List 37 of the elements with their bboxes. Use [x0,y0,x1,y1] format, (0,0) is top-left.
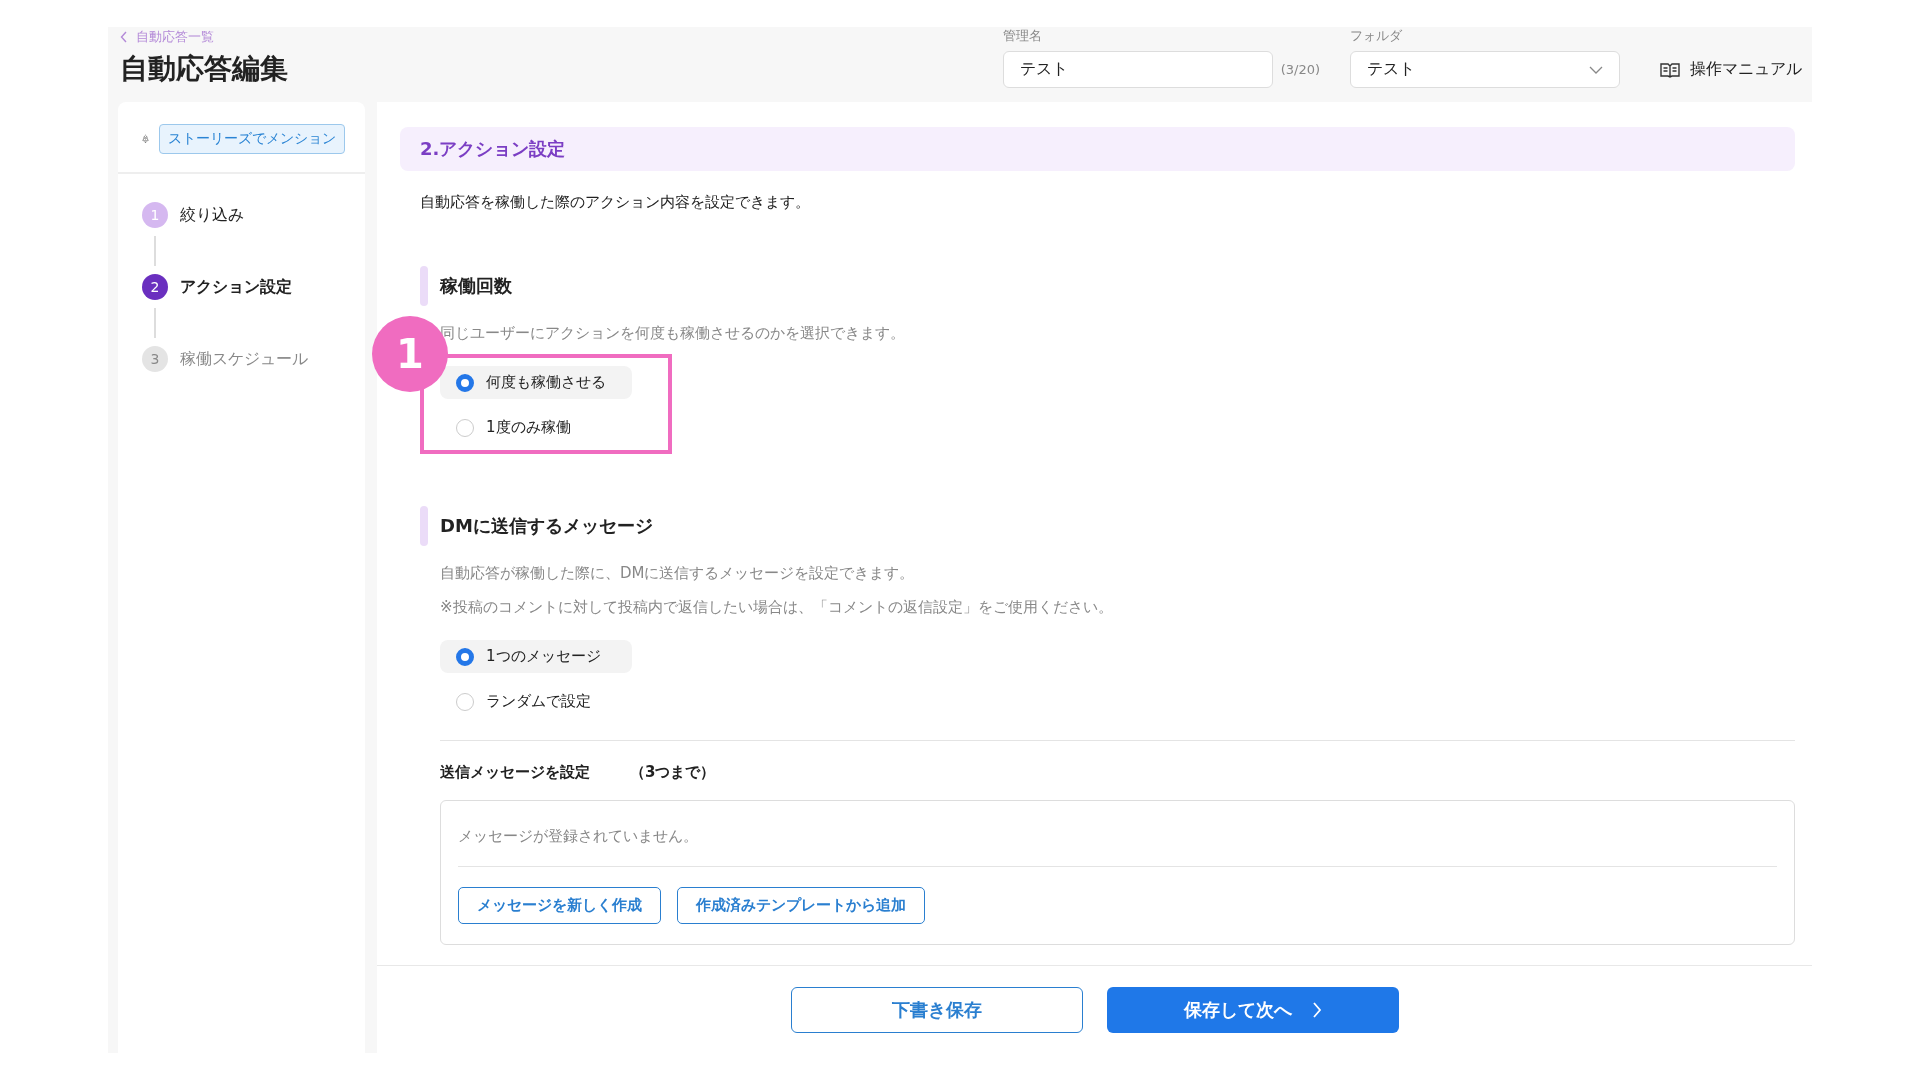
name-input[interactable]: テスト [1002,51,1273,88]
step-item[interactable]: 2 アクション設定 [142,274,341,300]
field-label: 送信メッセージを設定 [440,763,590,782]
character-counter: (3/20) [1280,62,1320,77]
hint-text: 自動応答が稼働した際に、DMに送信するメッセージを設定できます。 [440,563,916,584]
radio-option[interactable]: 1度のみ稼働 [440,411,632,444]
field-label: フォルダ [1350,27,1403,45]
chevron-right-icon [1311,1001,1322,1018]
save-draft-button[interactable]: 下書き保存 [790,986,1083,1033]
trigger-tag: ストーリーズでメンション [159,124,345,154]
field-label: 管理名 [1002,27,1043,45]
radio-option[interactable]: ランダムで設定 [440,685,632,718]
section-title: 2.アクション設定 [400,127,1795,171]
group-heading: DMに送信するメッセージ [440,514,653,538]
hint-text: ※投稿のコメントに対して投稿内で返信したい場合は、「コメントの返信設定」をご使用ください。 [440,597,1114,618]
add-message-button[interactable]: 作成済みテンプレートから追加 [677,887,925,924]
step-item[interactable]: 3 稼働スケジュール [142,346,341,372]
accent-bar [420,266,428,306]
limit-note: （3つまで） [630,763,716,782]
step-number: 1 [142,202,168,228]
radio-option[interactable]: 1つのメッセージ [440,640,632,673]
add-message-button[interactable]: メッセージを新しく作成 [458,887,661,924]
section-description: 自動応答を稼働した際のアクション内容を設定できます。 [420,193,811,212]
save-next-button[interactable]: 保存して次へ [1106,986,1399,1033]
radio-option[interactable]: 何度も稼働させる [440,366,632,399]
manual-link[interactable]: 操作マニュアル [1660,51,1802,88]
group-heading: 稼働回数 [440,274,512,298]
step-number: 2 [142,274,168,300]
step-number: 3 [142,346,168,372]
empty-message: メッセージが登録されていません。 [458,801,1777,867]
folder-select[interactable]: テスト [1350,51,1620,88]
accent-bar [420,506,428,546]
book-icon [1660,61,1680,78]
chevron-left-icon [120,31,128,43]
chevron-down-icon [1589,65,1603,74]
step-item[interactable]: 1 絞り込み [142,202,341,228]
page-title: 自動応答編集 [120,51,288,87]
